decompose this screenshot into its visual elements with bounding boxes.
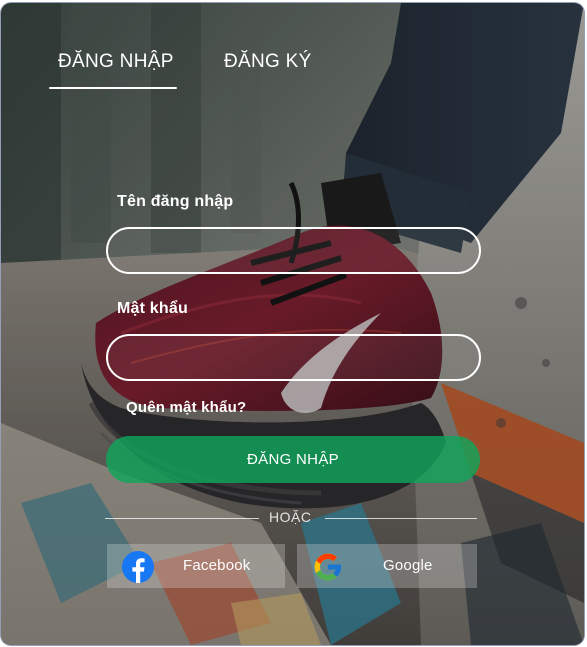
password-input[interactable]	[106, 334, 481, 381]
login-card: ĐĂNG NHẬP ĐĂNG KÝ Tên đăng nhập Mật khẩu…	[1, 3, 584, 645]
username-input[interactable]	[106, 227, 481, 274]
tab-login[interactable]: ĐĂNG NHẬP	[58, 51, 174, 73]
tab-register[interactable]: ĐĂNG KÝ	[224, 51, 312, 73]
password-label: Mật khẩu	[117, 300, 188, 317]
google-icon	[314, 553, 342, 581]
username-label: Tên đăng nhập	[117, 193, 234, 210]
forgot-password-link[interactable]: Quên mật khẩu?	[126, 399, 246, 416]
google-button-label: Google	[383, 557, 433, 574]
facebook-button-label: Facebook	[183, 557, 251, 574]
login-button-label: ĐĂNG NHẬP	[247, 451, 339, 468]
divider-line-left	[105, 518, 259, 519]
facebook-icon	[122, 551, 154, 583]
divider-text: HOẶC	[269, 509, 312, 525]
divider-line-right	[325, 518, 477, 519]
active-tab-indicator	[49, 87, 177, 89]
login-button[interactable]: ĐĂNG NHẬP	[106, 436, 480, 483]
google-login-button[interactable]: Google	[297, 544, 477, 588]
background-dim-overlay	[1, 3, 584, 645]
facebook-login-button[interactable]: Facebook	[107, 544, 285, 588]
